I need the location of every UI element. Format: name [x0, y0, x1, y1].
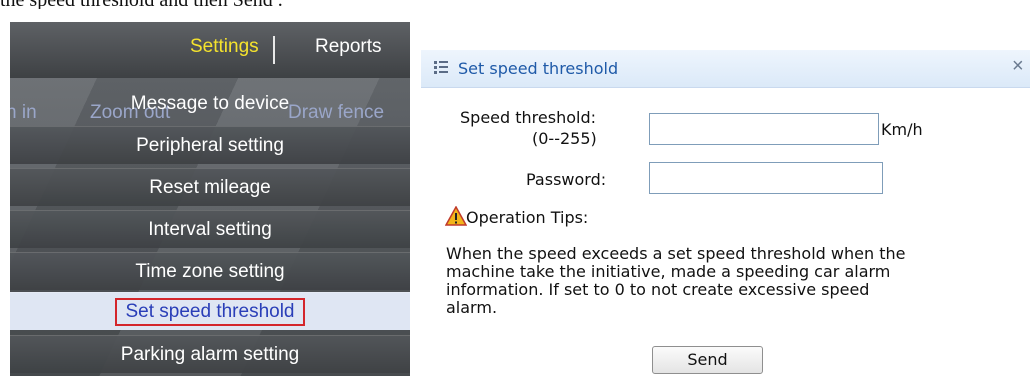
menu-item-label: Message to device	[130, 93, 290, 114]
password-label: Password:	[526, 170, 607, 189]
speed-unit-label: Km/h	[881, 120, 923, 139]
menu-item-label: Parking alarm setting	[120, 344, 300, 365]
settings-menu-panel: Settings Reports n in Zoom out Draw fenc…	[10, 22, 410, 376]
tab-divider	[273, 36, 275, 64]
dialog-titlebar: Set speed threshold ×	[421, 50, 1030, 88]
tips-title: Operation Tips:	[466, 208, 589, 227]
password-field[interactable]	[649, 162, 883, 194]
menu-item-label: Set speed threshold	[115, 298, 305, 326]
menu-item-set-speed-threshold[interactable]: Set speed threshold	[10, 292, 410, 330]
speed-range-label: (0--255)	[532, 129, 597, 148]
menu-item-label: Interval setting	[148, 219, 272, 240]
tab-settings[interactable]: Settings	[190, 36, 259, 58]
menu-item-label: Reset mileage	[149, 177, 271, 198]
menu-item-label: Time zone setting	[135, 261, 285, 282]
send-button[interactable]: Send	[652, 346, 763, 374]
caption-text: the speed threshold and then Send .	[0, 0, 600, 9]
menu-item-parking-alarm-setting[interactable]: Parking alarm setting	[10, 335, 410, 373]
menu-item-interval-setting[interactable]: Interval setting	[10, 210, 410, 248]
warning-icon	[445, 206, 467, 226]
top-nav-bar: Settings Reports	[10, 22, 410, 78]
menu-item-reset-mileage[interactable]: Reset mileage	[10, 168, 410, 206]
menu-item-peripheral-setting[interactable]: Peripheral setting	[10, 126, 410, 164]
menu-item-time-zone-setting[interactable]: Time zone setting	[10, 252, 410, 290]
dialog-title: Set speed threshold	[458, 59, 619, 78]
tab-reports[interactable]: Reports	[315, 36, 382, 58]
speed-threshold-input[interactable]	[649, 113, 879, 145]
menu-item-label: Peripheral setting	[136, 135, 284, 156]
close-icon[interactable]: ×	[1012, 55, 1024, 78]
list-icon	[434, 60, 448, 76]
speed-threshold-label: Speed threshold:	[460, 108, 596, 127]
tips-text: When the speed exceeds a set speed thres…	[446, 244, 906, 317]
menu-item-message-to-device[interactable]: Message to device	[10, 85, 410, 123]
